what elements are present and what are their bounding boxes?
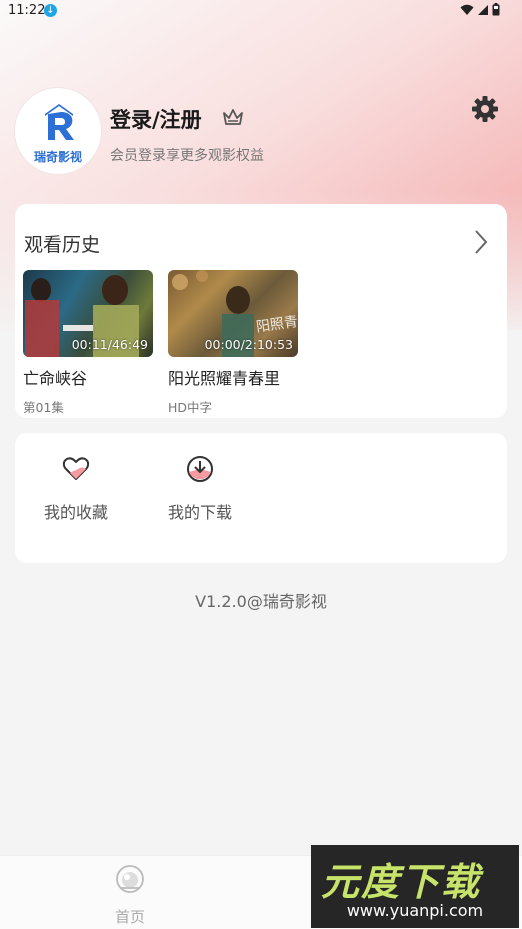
download-circle-icon	[187, 456, 213, 482]
watermark-logo: 元度下载 www.yuanpi.com	[311, 845, 519, 928]
battery-icon	[492, 3, 500, 16]
chevron-right-icon[interactable]	[473, 229, 489, 255]
app-logo-icon	[45, 104, 74, 140]
version-text: V1.2.0@瑞奇影视	[195, 592, 327, 611]
crown-icon	[223, 109, 243, 125]
app-logo-text: 瑞奇影视	[33, 150, 82, 164]
history-item[interactable]: 00:11/46:49 亡命峡谷 第01集	[23, 270, 153, 416]
video-thumbnail[interactable]: 00:11/46:49	[23, 270, 153, 357]
my-downloads-label: 我的下载	[167, 503, 232, 522]
avatar[interactable]: 瑞奇影视	[15, 88, 101, 174]
my-favorites-button[interactable]: 我的收藏	[31, 455, 121, 523]
history-title: 观看历史	[24, 234, 101, 256]
watch-history-card: 观看历史 00:11/46:49 亡命峡谷 第01集 阳照青 00:00/2:1…	[15, 204, 507, 418]
download-icon: ↓	[44, 4, 57, 17]
wifi-icon	[460, 4, 474, 15]
video-episode: 第01集	[23, 400, 64, 415]
svg-text:阳照青: 阳照青	[255, 314, 298, 336]
video-title: 亡命峡谷	[23, 369, 88, 388]
my-favorites-label: 我的收藏	[43, 503, 108, 522]
login-register-button[interactable]: 登录/注册	[110, 104, 202, 134]
login-subtitle: 会员登录享更多观影权益	[110, 148, 264, 164]
watch-progress-time: 00:11/46:49	[71, 337, 148, 352]
history-item[interactable]: 阳照青 00:00/2:10:53 阳光照耀青春里 HD中字	[168, 270, 298, 416]
heart-icon	[62, 457, 90, 480]
tab-home[interactable]: 首页	[95, 864, 165, 927]
signal-icon	[478, 4, 488, 15]
quick-actions-card: 我的收藏 我的下载	[15, 433, 507, 563]
status-time: 11:22	[8, 3, 46, 18]
status-bar: 11:22 ↓	[0, 0, 522, 22]
watermark-title: 元度下载	[321, 860, 482, 904]
watch-progress-time: 00:00/2:10:53	[204, 337, 293, 352]
video-title: 阳光照耀青春里	[168, 369, 281, 388]
video-thumbnail[interactable]: 阳照青 00:00/2:10:53	[168, 270, 298, 357]
home-icon	[116, 865, 144, 893]
video-quality: HD中字	[168, 400, 213, 415]
status-icons	[460, 3, 500, 16]
gear-icon[interactable]	[470, 94, 500, 124]
tab-home-label: 首页	[114, 908, 145, 926]
my-downloads-button[interactable]: 我的下载	[155, 455, 245, 523]
watermark-url: www.yuanpi.com	[346, 901, 484, 920]
